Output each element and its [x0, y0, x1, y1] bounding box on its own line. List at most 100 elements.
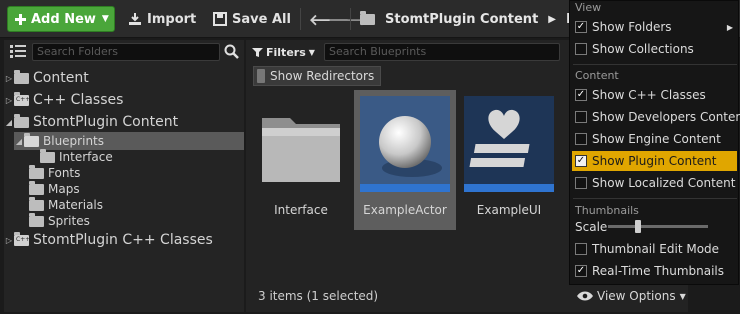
asset-label: Interface	[274, 203, 328, 217]
tree-item-label: StomtPlugin C++ Classes	[33, 232, 213, 248]
checkbox[interactable]: ✓	[575, 265, 587, 277]
checkbox[interactable]: ✓	[575, 21, 587, 33]
tree-item-stomtplugin-content[interactable]: ◢ StomtPlugin Content	[4, 113, 244, 131]
menu-item-show-plugin-content[interactable]: ✓ Show Plugin Content	[572, 151, 737, 171]
menu-item-show-folders[interactable]: ✓ Show Folders ▶	[572, 17, 737, 37]
menu-item-show-collections[interactable]: Show Collections	[572, 39, 737, 59]
collapsed-arrow-icon[interactable]: ▷	[4, 236, 14, 245]
folder-icon	[29, 164, 44, 179]
show-redirectors-toggle[interactable]: Show Redirectors	[253, 66, 382, 86]
folder-icon	[29, 180, 44, 195]
view-options-label: View Options	[597, 289, 676, 303]
folder-icon	[360, 10, 375, 25]
divider	[573, 198, 737, 199]
menu-item-label: Show Plugin Content	[592, 154, 717, 168]
menu-item-show-cpp-classes[interactable]: ✓ Show C++ Classes	[572, 85, 737, 105]
cpp-folder-icon	[14, 91, 30, 106]
asset-tile-exampleui[interactable]: ExampleUI	[458, 90, 560, 230]
expanded-arrow-icon[interactable]: ◢	[14, 137, 24, 146]
sphere-thumbnail-icon	[360, 96, 450, 192]
view-options-menu: View ✓ Show Folders ▶ Show Collections C…	[569, 0, 740, 285]
menu-item-label: Thumbnail Edit Mode	[592, 242, 720, 256]
cpp-folder-icon	[14, 231, 30, 246]
tree-item-label: Materials	[48, 198, 104, 212]
sources-toggle-icon[interactable]	[10, 44, 26, 58]
breadcrumb-item[interactable]: StomtPlugin Content	[385, 12, 538, 27]
tree-item-content[interactable]: ▷ Content	[4, 69, 244, 87]
folder-icon	[29, 196, 44, 211]
section-header-content: Content	[575, 69, 619, 82]
tree-item-cpp-classes[interactable]: ▷ C++ Classes	[4, 91, 244, 109]
tree-item-stomtplugin-cpp-classes[interactable]: ▷ StomtPlugin C++ Classes	[4, 231, 244, 249]
folder-icon	[14, 113, 29, 128]
asset-label: ExampleUI	[476, 203, 542, 217]
collapsed-arrow-icon[interactable]: ▷	[4, 74, 14, 83]
menu-item-label: Show Localized Content	[592, 176, 736, 190]
tree-item-label: Content	[33, 70, 89, 86]
scale-label: Scale	[575, 220, 608, 234]
tree-item-label: Sprites	[48, 214, 90, 228]
scale-slider[interactable]	[608, 220, 708, 233]
toggle-handle	[257, 69, 265, 83]
asset-tile-exampleactor[interactable]: ExampleActor	[354, 90, 456, 230]
search-icon[interactable]	[224, 44, 239, 59]
folder-icon	[14, 69, 29, 84]
menu-item-label: Show Collections	[592, 42, 694, 56]
section-header-thumbnails: Thumbnails	[575, 204, 639, 217]
checkbox[interactable]	[575, 43, 587, 55]
chevron-right-icon[interactable]: ▶	[548, 14, 556, 25]
folder-icon	[29, 212, 44, 227]
status-text: 3 items (1 selected)	[258, 289, 379, 303]
import-label: Import	[147, 11, 197, 27]
tree-item-label: Interface	[59, 150, 113, 164]
menu-item-show-developers-content[interactable]: Show Developers Content	[572, 107, 740, 127]
chevron-down-icon: ▼	[679, 291, 686, 301]
save-all-button[interactable]: Save All	[213, 6, 291, 32]
view-options-button[interactable]: View Options ▼	[577, 286, 686, 306]
menu-item-label: Show C++ Classes	[592, 88, 706, 102]
checkbox[interactable]	[575, 111, 587, 123]
add-new-label: Add New	[31, 11, 96, 27]
checkbox[interactable]: ✓	[575, 89, 587, 101]
save-icon	[213, 12, 227, 26]
eye-icon	[577, 291, 593, 301]
tree-item-label: Fonts	[48, 166, 81, 180]
filter-icon	[252, 47, 263, 57]
search-folders-input[interactable]: Search Folders	[32, 43, 220, 61]
tree-item-label: C++ Classes	[33, 92, 124, 108]
breadcrumb: StomtPlugin Content ▶ BI	[360, 6, 581, 32]
slider-handle[interactable]	[635, 220, 641, 233]
menu-item-show-localized-content[interactable]: Show Localized Content	[572, 173, 737, 193]
tree-item-label: StomtPlugin Content	[33, 114, 179, 130]
chevron-down-icon: ▼	[101, 14, 109, 24]
asset-tile-interface[interactable]: Interface	[250, 90, 352, 230]
checkbox[interactable]	[575, 177, 587, 189]
tree-item-sprites[interactable]: Sprites	[29, 212, 90, 230]
collapsed-arrow-icon[interactable]: ▷	[4, 96, 14, 105]
checkbox[interactable]: ✓	[575, 155, 587, 167]
search-blueprints-input[interactable]: Search Blueprints	[324, 43, 560, 61]
tree-item-label: Blueprints	[43, 134, 105, 148]
toolbar-divider	[300, 8, 301, 30]
menu-item-label: Show Engine Content	[592, 132, 721, 146]
filters-button[interactable]: Filters ▼	[252, 42, 315, 62]
menu-item-label: Show Developers Content	[592, 110, 740, 124]
expanded-arrow-icon[interactable]: ◢	[4, 118, 14, 127]
import-button[interactable]: Import	[128, 6, 196, 32]
add-new-button[interactable]: Add New ▼	[7, 6, 115, 32]
sources-panel: Search Folders ▷ Content ▷ C++ Classes ◢…	[4, 40, 244, 312]
chevron-right-icon: ▶	[726, 22, 733, 32]
menu-item-realtime-thumbnails[interactable]: ✓ Real-Time Thumbnails	[572, 261, 737, 281]
section-header-view: View	[575, 1, 602, 14]
menu-item-show-engine-content[interactable]: Show Engine Content	[572, 129, 737, 149]
menu-item-thumbnail-edit-mode[interactable]: Thumbnail Edit Mode	[572, 239, 737, 259]
checkbox[interactable]	[575, 243, 587, 255]
tree-item-label: Maps	[48, 182, 80, 196]
open-folder-icon	[24, 132, 39, 147]
show-redirectors-label: Show Redirectors	[270, 69, 375, 83]
folder-icon	[40, 148, 55, 163]
checkbox[interactable]	[575, 133, 587, 145]
toolbar-divider	[350, 8, 351, 30]
asset-label: ExampleActor	[363, 203, 447, 217]
add-icon	[15, 13, 26, 25]
